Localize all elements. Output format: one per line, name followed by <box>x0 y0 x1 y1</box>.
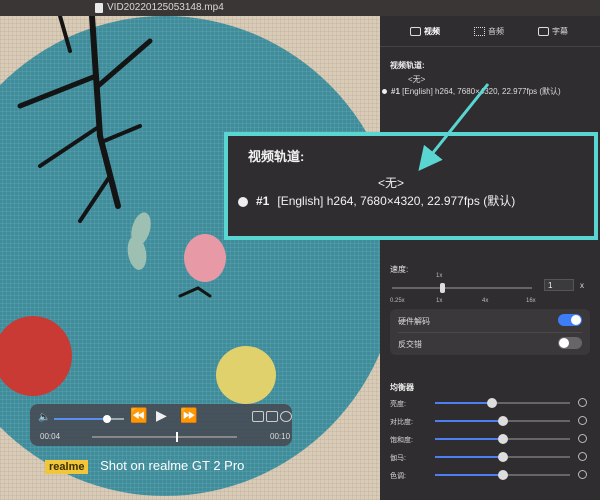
divider <box>398 332 582 333</box>
tab-subtitles[interactable]: 字幕 <box>538 26 568 37</box>
speed-label: 速度: <box>390 265 409 274</box>
eq-label: 对比度: <box>390 419 413 426</box>
callout-track-number: #1 <box>256 194 270 208</box>
zoom-callout: 视频轨道: <无> #1 [English] h264, 7680×4320, 2… <box>224 132 598 240</box>
selected-dot <box>382 89 387 95</box>
eq-label: 饱和度: <box>390 437 413 444</box>
hw-decode-toggle[interactable] <box>558 314 582 326</box>
speed-input[interactable]: 1 <box>544 279 574 291</box>
eq-fill <box>435 420 503 422</box>
speed-unit: x <box>580 281 584 290</box>
eq-reset-icon[interactable] <box>578 452 587 461</box>
eq-label: 亮度: <box>390 401 406 408</box>
speed-tick: 16x <box>526 298 536 304</box>
deinterlace-label: 反交错 <box>398 340 422 349</box>
eq-fill <box>435 456 503 458</box>
callout-none-option: <无> <box>378 176 405 190</box>
yellow-pear <box>216 346 276 404</box>
eq-fill <box>435 438 503 440</box>
volume-icon[interactable]: 🔈 <box>38 412 50 423</box>
window-title: VID20220125053148.mp4 <box>107 2 224 13</box>
tab-label: 视频 <box>424 27 440 36</box>
speed-tick: 0.25x <box>390 298 405 304</box>
total-time: 00:10 <box>270 432 291 441</box>
callout-track-label: 视频轨道: <box>248 149 305 164</box>
speed-tick: 1x <box>436 298 443 304</box>
deinterlace-toggle[interactable] <box>558 337 582 349</box>
settings-panel: 视频 音频 字幕 视频轨道: <无> #1 [English] h264, 76… <box>380 16 600 500</box>
tab-audio[interactable]: 音频 <box>474 26 504 37</box>
seek-knob[interactable] <box>176 432 179 442</box>
volume-slider[interactable] <box>54 415 124 423</box>
playback-controls: 🔈 ⏪ ▶ ⏩ 00:04 00:10 <box>30 404 292 446</box>
speed-knob[interactable] <box>440 283 446 293</box>
audio-wave-icon <box>474 27 485 37</box>
eq-knob[interactable] <box>497 434 508 444</box>
video-frame[interactable]: 🔈 ⏪ ▶ ⏩ 00:04 00:10 realme Shot on realm… <box>0 16 380 500</box>
tab-label: 字幕 <box>552 27 568 36</box>
eq-label: 色调: <box>390 473 406 480</box>
more-icon[interactable] <box>280 411 292 422</box>
decode-options: 硬件解码 反交错 <box>390 309 590 355</box>
eq-knob[interactable] <box>497 452 508 462</box>
rewind-button[interactable]: ⏪ <box>130 407 147 424</box>
track-option-1[interactable]: #1 [English] h264, 7680×4320, 22.977fps … <box>382 86 561 97</box>
speed-tick: 4x <box>482 298 489 304</box>
eq-knob[interactable] <box>497 416 508 426</box>
tab-label: 音频 <box>488 27 504 36</box>
callout-track-description: [English] h264, 7680×4320, 22.977fps (默认… <box>277 194 516 208</box>
watermark-brand: realme <box>45 460 89 474</box>
volume-knob[interactable] <box>102 415 111 423</box>
hw-decode-label: 硬件解码 <box>398 317 430 326</box>
eq-slider[interactable] <box>435 416 570 426</box>
eq-slider[interactable] <box>435 398 570 408</box>
callout-track-option: #1 [English] h264, 7680×4320, 22.977fps (… <box>238 192 588 209</box>
eq-fill <box>435 474 503 476</box>
speed-slider[interactable] <box>392 283 532 293</box>
track-none-option[interactable]: <无> <box>408 74 425 85</box>
fast-forward-button[interactable]: ⏩ <box>180 407 197 424</box>
camera-watermark: realme Shot on realme GT 2 Pro <box>45 458 244 474</box>
eq-reset-icon[interactable] <box>578 416 587 425</box>
subtitle-icon <box>538 27 549 37</box>
eq-reset-icon[interactable] <box>578 398 587 407</box>
track-description: [English] h264, 7680×4320, 22.977fps (默认… <box>402 87 561 96</box>
eq-reset-icon[interactable] <box>578 470 587 479</box>
speed-marker: 1x <box>436 273 443 279</box>
watermark-text: Shot on realme GT 2 Pro <box>100 458 245 473</box>
play-button[interactable]: ▶ <box>156 407 167 424</box>
eq-slider[interactable] <box>435 452 570 462</box>
panel-tabs: 视频 音频 字幕 <box>380 16 600 47</box>
video-track-label: 视频轨道: <box>390 61 425 70</box>
pink-apple <box>184 234 226 282</box>
eq-label: 伽马: <box>390 455 406 462</box>
callout-selected-dot <box>238 196 248 207</box>
track-number: #1 <box>391 87 400 96</box>
video-icon <box>410 27 421 37</box>
eq-knob[interactable] <box>497 470 508 480</box>
equalizer-label: 均衡器 <box>390 383 414 392</box>
file-icon <box>95 3 103 13</box>
screenshot-icon[interactable] <box>266 411 278 422</box>
volume-fill <box>54 418 107 420</box>
eq-fill <box>435 402 492 404</box>
eq-reset-icon[interactable] <box>578 434 587 443</box>
tab-video[interactable]: 视频 <box>410 26 440 37</box>
elapsed-time: 00:04 <box>40 432 61 441</box>
eq-knob[interactable] <box>486 398 497 408</box>
title-bar: VID20220125053148.mp4 <box>0 0 600 16</box>
seek-bar[interactable] <box>92 432 237 442</box>
eq-slider[interactable] <box>435 434 570 444</box>
eq-slider[interactable] <box>435 470 570 480</box>
picture-in-picture-icon[interactable] <box>252 411 264 422</box>
